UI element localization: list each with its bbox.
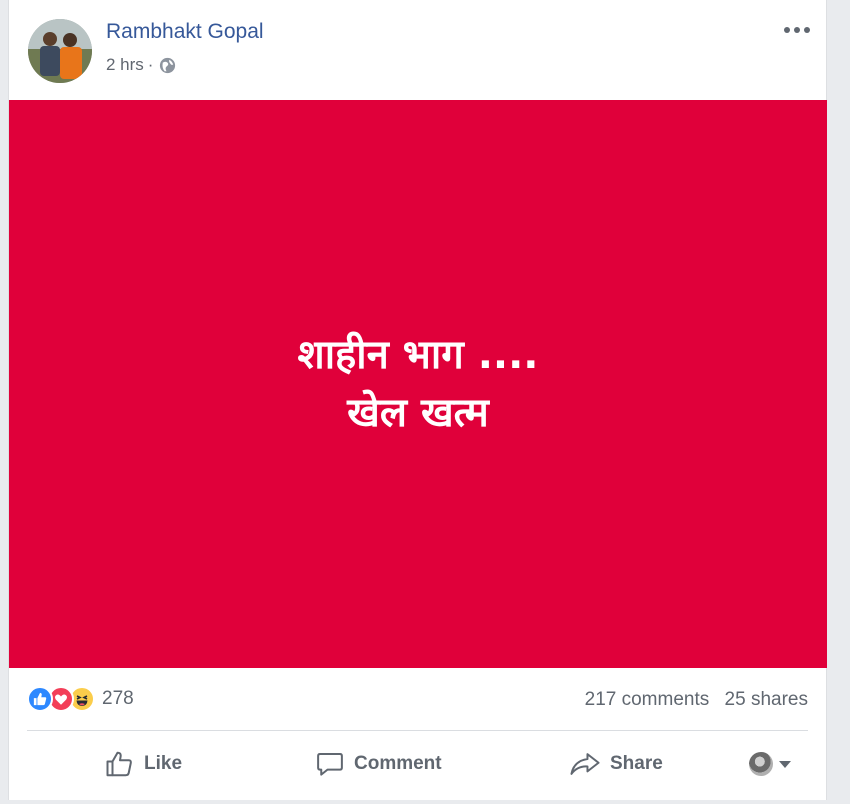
- comment-bubble-icon: [317, 753, 343, 776]
- shares-count-link[interactable]: 25 shares: [725, 689, 808, 710]
- post-as-selector[interactable]: [749, 732, 791, 796]
- author-avatar[interactable]: [28, 19, 92, 83]
- share-button-label: Share: [610, 753, 663, 774]
- like-button[interactable]: Like: [105, 732, 182, 796]
- more-options-icon: [784, 27, 810, 33]
- post-timestamp[interactable]: 2 hrs: [106, 55, 144, 75]
- actions-divider: [27, 730, 808, 731]
- globe-icon[interactable]: [158, 56, 177, 75]
- post-image[interactable]: शाहीन भाग .... खेल खत्म: [9, 100, 827, 668]
- comments-count-link[interactable]: 217 comments: [585, 689, 710, 710]
- reaction-count: 278: [102, 688, 134, 709]
- chevron-down-icon: [779, 760, 791, 768]
- share-button[interactable]: Share: [569, 732, 663, 796]
- author-name-link[interactable]: Rambhakt Gopal: [106, 20, 264, 44]
- engagement-counts: 217 comments 25 shares: [585, 689, 808, 711]
- reactions-summary[interactable]: 278: [27, 686, 134, 712]
- post-text-line-2: खेल खत्म: [347, 390, 489, 436]
- meta-separator: ·: [147, 55, 154, 74]
- thumbs-up-icon: [106, 751, 132, 777]
- avatar-photo: [28, 19, 92, 83]
- like-reaction-icon: [27, 686, 53, 712]
- post-meta: 2 hrs ·: [106, 55, 177, 75]
- post-card: Rambhakt Gopal 2 hrs · शाहीन भाग .... खे…: [8, 0, 827, 800]
- like-button-label: Like: [144, 753, 183, 774]
- post-header: Rambhakt Gopal 2 hrs ·: [9, 0, 826, 100]
- post-text-line-1: शाहीन भाग ....: [297, 332, 539, 378]
- share-arrow-icon: [570, 753, 600, 775]
- post-image-text: शाहीन भाग .... खेल खत्म: [298, 326, 539, 442]
- comment-button-label: Comment: [354, 753, 442, 774]
- profile-mini-avatar: [749, 752, 773, 776]
- more-options-button[interactable]: [780, 16, 814, 44]
- post-stats: 278 217 comments 25 shares: [9, 668, 826, 730]
- post-actions-bar: Like Comment Share: [9, 732, 826, 796]
- comment-button[interactable]: Comment: [315, 732, 442, 796]
